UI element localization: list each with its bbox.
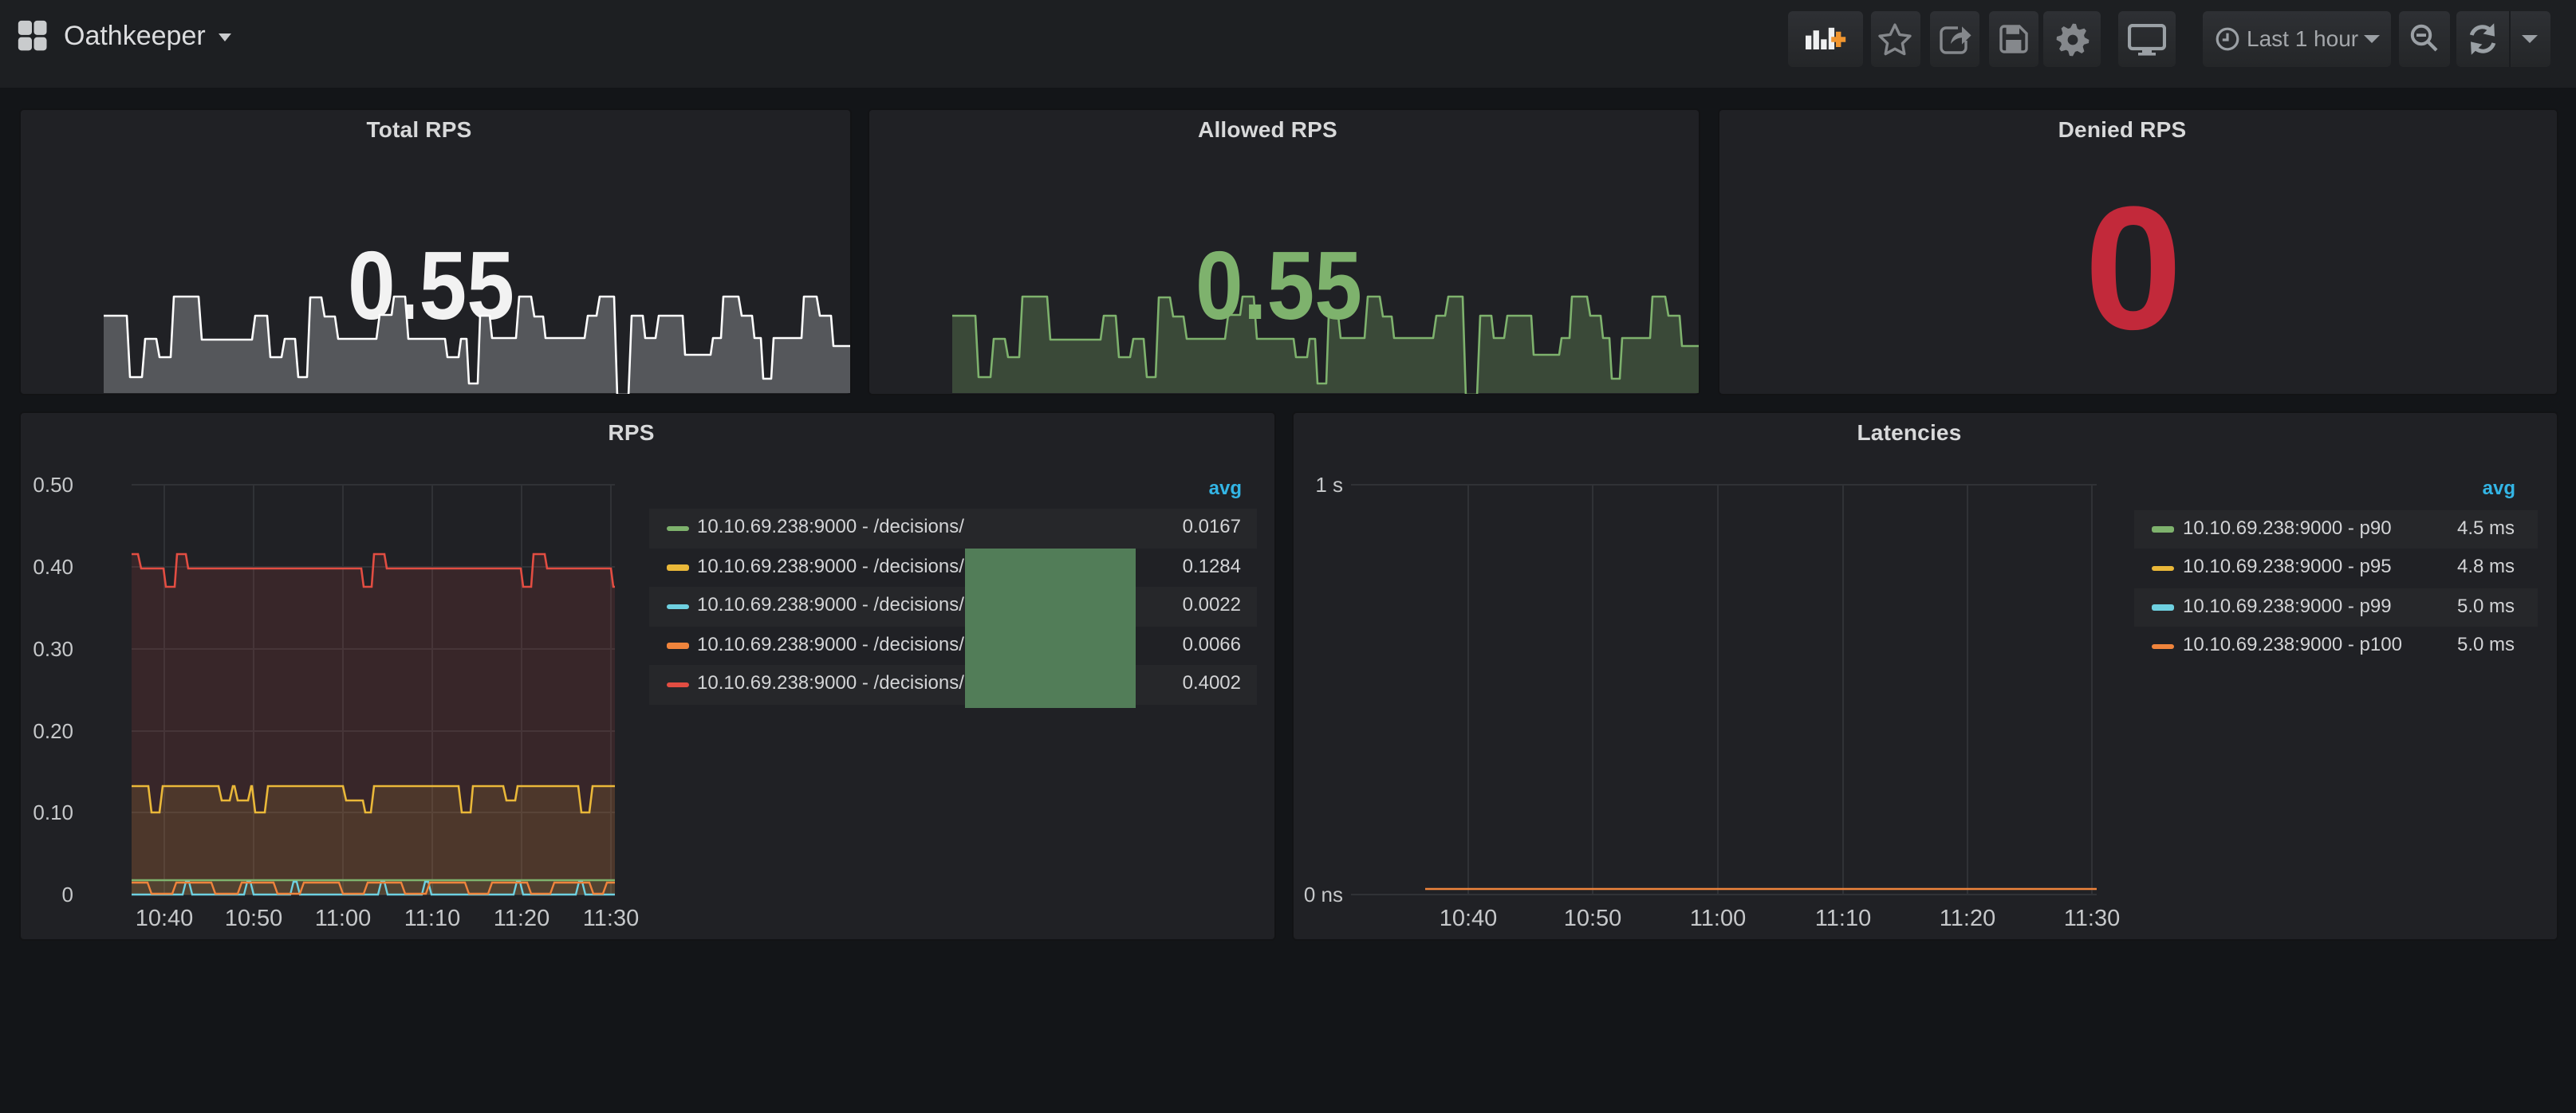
svg-text:11:00: 11:00 [314, 905, 370, 930]
svg-text:11:30: 11:30 [2064, 905, 2120, 930]
svg-text:0 ns: 0 ns [1304, 882, 1343, 906]
svg-text:1 s: 1 s [1315, 472, 1343, 496]
svg-text:11:20: 11:20 [493, 905, 549, 930]
svg-text:0.50: 0.50 [32, 472, 73, 496]
svg-text:11:30: 11:30 [582, 905, 638, 930]
svg-text:11:20: 11:20 [1940, 905, 1995, 930]
svg-text:0.30: 0.30 [32, 636, 73, 660]
svg-text:0.10: 0.10 [32, 800, 73, 824]
svg-text:10:50: 10:50 [224, 905, 282, 930]
svg-text:10:40: 10:40 [1440, 905, 1498, 930]
svg-text:10:40: 10:40 [135, 905, 193, 930]
svg-text:0.40: 0.40 [32, 554, 73, 578]
svg-text:0.20: 0.20 [32, 718, 73, 742]
svg-text:11:10: 11:10 [1815, 905, 1871, 930]
svg-text:10:50: 10:50 [1564, 905, 1622, 930]
svg-text:0: 0 [61, 882, 73, 906]
svg-text:11:10: 11:10 [404, 905, 459, 930]
svg-text:11:00: 11:00 [1690, 905, 1746, 930]
